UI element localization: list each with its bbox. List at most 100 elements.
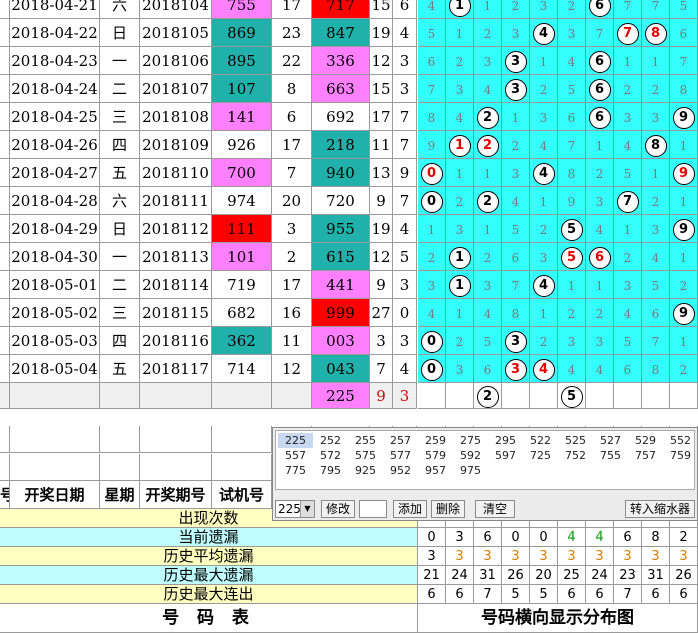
missing-count: 2 bbox=[539, 83, 548, 97]
modify-button[interactable]: 修改 bbox=[321, 500, 355, 518]
combination-item[interactable]: 295 bbox=[488, 433, 523, 448]
blank-cell bbox=[140, 426, 212, 453]
distribution-cell: 1 bbox=[502, 103, 530, 131]
transfer-button[interactable]: 转入缩水器 bbox=[625, 500, 695, 518]
distribution-cell: 3 bbox=[502, 19, 530, 47]
combination-item[interactable]: 795 bbox=[313, 463, 348, 478]
combination-item[interactable]: 975 bbox=[453, 463, 488, 478]
draw-span: 5 bbox=[393, 243, 417, 271]
distribution-cell: 3 bbox=[446, 355, 474, 383]
combination-item[interactable]: 572 bbox=[313, 448, 348, 463]
number-ball: 3 bbox=[504, 78, 527, 101]
stats-value: 6 bbox=[418, 585, 446, 604]
missing-count: 9 bbox=[567, 195, 576, 209]
combination-item[interactable]: 525 bbox=[558, 433, 593, 448]
footer-left: 号 码 表 bbox=[0, 604, 418, 633]
missing-count: 1 bbox=[623, 55, 632, 69]
distribution-cell: 1 bbox=[530, 299, 558, 327]
combination-item[interactable]: 592 bbox=[453, 448, 488, 463]
test-sum: 22 bbox=[272, 47, 312, 75]
combination-item[interactable]: 925 bbox=[348, 463, 383, 478]
distribution-cell: 5 bbox=[614, 327, 642, 355]
issue-number: 2018107 bbox=[140, 75, 212, 103]
combination-item[interactable]: 275 bbox=[453, 433, 488, 448]
distribution-cell: 3 bbox=[586, 327, 614, 355]
combination-item[interactable]: 725 bbox=[523, 448, 558, 463]
draw-sum: 12 bbox=[370, 47, 393, 75]
table-row: 2018-04-21 六 2018104 755 17 717 15 6 4 1 1 2 3 2 6 7 7 5 bbox=[0, 0, 698, 19]
distribution-cell: 7 bbox=[614, 19, 642, 47]
combination-item[interactable]: 755 bbox=[593, 448, 628, 463]
row-index bbox=[0, 327, 10, 355]
combination-item[interactable]: 259 bbox=[418, 433, 453, 448]
missing-count: 8 bbox=[679, 83, 688, 97]
combination-item[interactable]: 957 bbox=[418, 463, 453, 478]
issue-number: 2018108 bbox=[140, 103, 212, 131]
missing-count: 8 bbox=[427, 111, 436, 125]
combination-item[interactable]: 775 bbox=[278, 463, 313, 478]
stats-value: 0 bbox=[418, 528, 446, 547]
combination-item[interactable]: 255 bbox=[348, 433, 383, 448]
issue-number: 2018115 bbox=[140, 299, 212, 327]
distribution-cell: 1 bbox=[670, 327, 698, 355]
distribution-cell: 2 bbox=[474, 131, 502, 159]
combination-item[interactable]: 552 bbox=[663, 433, 698, 448]
distribution-cell: 3 bbox=[530, 0, 558, 19]
combination-item[interactable]: 252 bbox=[313, 433, 348, 448]
combination-item[interactable]: 522 bbox=[523, 433, 558, 448]
test-sum: 23 bbox=[272, 19, 312, 47]
delete-button[interactable]: 删除 bbox=[431, 500, 465, 518]
distribution-cell: 1 bbox=[446, 159, 474, 187]
combination-item[interactable]: 527 bbox=[593, 433, 628, 448]
distribution-cell: 3 bbox=[418, 271, 446, 299]
number-ball: 9 bbox=[672, 162, 695, 185]
row-index bbox=[0, 0, 10, 19]
row-index bbox=[0, 47, 10, 75]
combination-item[interactable]: 529 bbox=[628, 433, 663, 448]
distribution-cell: 2 bbox=[446, 47, 474, 75]
combination-item[interactable]: 597 bbox=[488, 448, 523, 463]
distribution-cell: 1 bbox=[446, 243, 474, 271]
combination-item[interactable]: 257 bbox=[383, 433, 418, 448]
missing-count: 4 bbox=[623, 139, 632, 153]
combination-item[interactable]: 575 bbox=[348, 448, 383, 463]
issue-number: 2018106 bbox=[140, 47, 212, 75]
combination-item[interactable]: 952 bbox=[383, 463, 418, 478]
combination-item[interactable]: 577 bbox=[383, 448, 418, 463]
combination-item[interactable]: 225 bbox=[278, 433, 313, 448]
missing-count: 1 bbox=[539, 307, 548, 321]
stats-value: 6 bbox=[642, 585, 670, 604]
combination-list[interactable]: 225 252 255 257 259 275 295 522 525 527 529 552 557 5… bbox=[275, 430, 695, 490]
number-ball: 0 bbox=[420, 330, 443, 353]
distribution-cell: 5 bbox=[558, 243, 586, 271]
distribution-cell: 2 bbox=[502, 0, 530, 19]
test-sum: 16 bbox=[272, 299, 312, 327]
column-header: 开奖期号 bbox=[140, 481, 212, 509]
stats-row: 当前遗漏 0 3 6 0 0 4 4 6 8 2 bbox=[0, 528, 698, 547]
footer-row: 号 码 表号码横向显示分布图 bbox=[0, 604, 698, 633]
draw-number: 441 bbox=[312, 271, 370, 299]
combination-item[interactable]: 557 bbox=[278, 448, 313, 463]
add-button[interactable]: 添加 bbox=[393, 500, 427, 518]
number-ball: 7 bbox=[616, 190, 639, 213]
distribution-cell: 6 bbox=[586, 243, 614, 271]
combination-item[interactable]: 752 bbox=[558, 448, 593, 463]
combination-item[interactable]: 757 bbox=[628, 448, 663, 463]
stats-value: 6 bbox=[474, 528, 502, 547]
distribution-cell: 5 bbox=[474, 327, 502, 355]
missing-count: 3 bbox=[511, 27, 520, 41]
draw-date: 2018-05-02 bbox=[10, 299, 100, 327]
missing-count: 4 bbox=[483, 83, 492, 97]
clear-button[interactable]: 清空 bbox=[475, 500, 515, 518]
combination-item[interactable]: 579 bbox=[418, 448, 453, 463]
stats-value: 26 bbox=[502, 566, 530, 585]
issue-number: 2018109 bbox=[140, 131, 212, 159]
draw-sum: 3 bbox=[370, 327, 393, 355]
number-input[interactable] bbox=[359, 500, 387, 518]
distribution-cell: 6 bbox=[502, 243, 530, 271]
missing-count: 4 bbox=[567, 55, 576, 69]
combo-select[interactable]: 225 ▼ bbox=[275, 500, 315, 518]
distribution-cell: 1 bbox=[670, 131, 698, 159]
combination-item[interactable]: 759 bbox=[663, 448, 698, 463]
distribution-cell: 8 bbox=[642, 19, 670, 47]
